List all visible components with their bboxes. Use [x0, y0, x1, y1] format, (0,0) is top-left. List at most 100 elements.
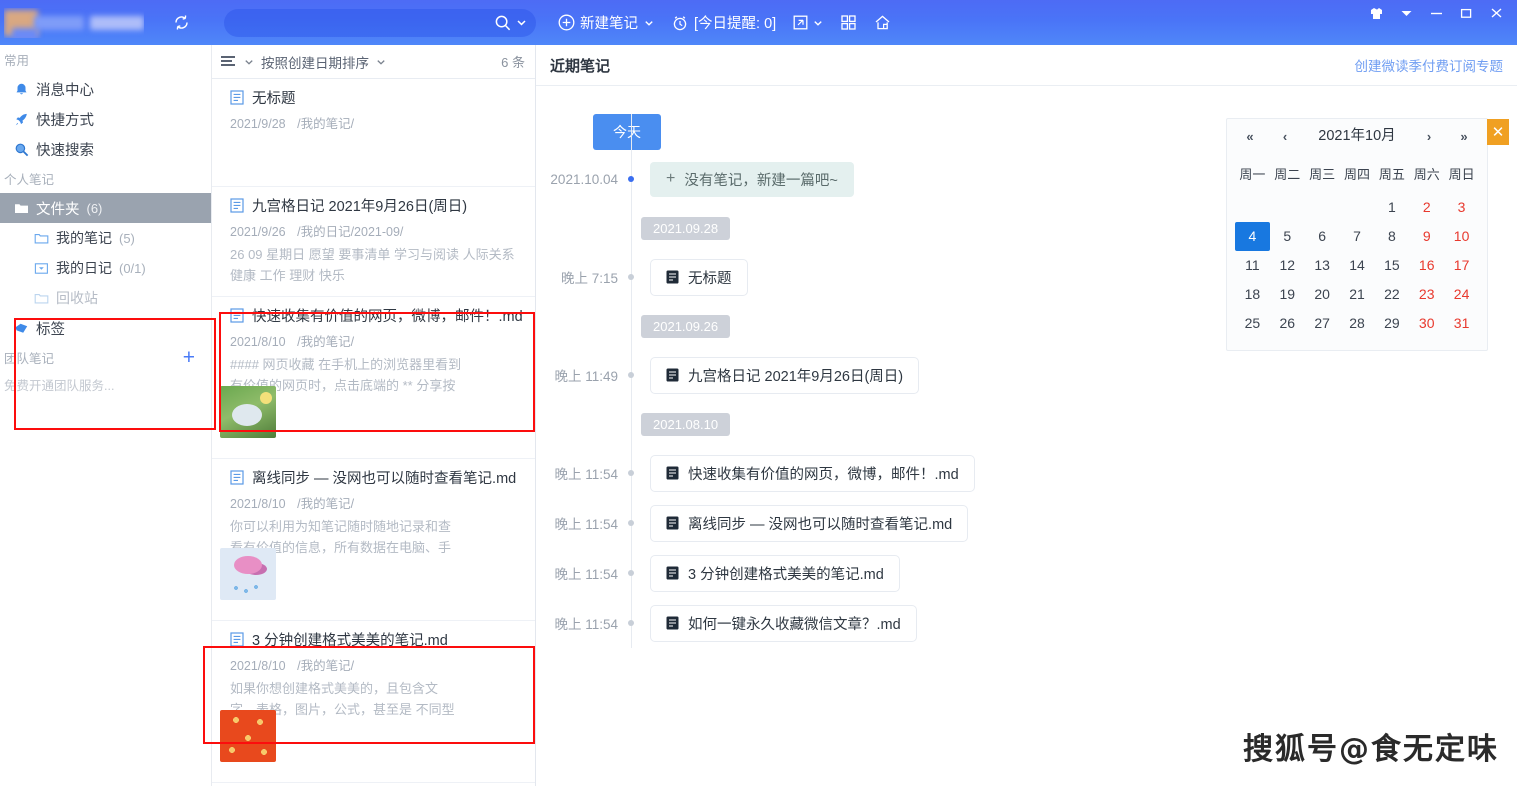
- watermark: 搜狐号@食无定味: [1243, 732, 1499, 767]
- sidebar-item-trash[interactable]: 回收站: [0, 283, 211, 313]
- bell-icon: [16, 83, 27, 94]
- close-icon[interactable]: [1481, 0, 1511, 26]
- close-icon[interactable]: ✕: [1487, 119, 1509, 145]
- timeline-note-chip[interactable]: 快速收集有价值的网页，微博，邮件！.md: [650, 454, 975, 492]
- folder-icon: [15, 203, 28, 213]
- sidebar-item-count: (0/1): [119, 260, 146, 276]
- table-row[interactable]: 离线同步 — 没网也可以随时查看笔记.md 2021/8/10 /我的笔记/ 你…: [212, 459, 535, 621]
- calendar-day[interactable]: 25: [1235, 309, 1270, 338]
- calendar-day[interactable]: 12: [1270, 251, 1305, 280]
- timeline-note-chip[interactable]: 九宫格日记 2021年9月26日(周日): [650, 356, 920, 394]
- table-row[interactable]: 无标题 2021/9/28 /我的笔记/: [212, 79, 535, 187]
- calendar-prev-year[interactable]: «: [1241, 129, 1259, 144]
- timeline-date-chip: 2021.09.28: [641, 216, 731, 240]
- calendar-day[interactable]: 22: [1374, 280, 1409, 309]
- calendar-next-year[interactable]: »: [1455, 129, 1473, 144]
- chevron-down-icon: [645, 20, 653, 26]
- calendar-day[interactable]: 6: [1305, 222, 1340, 251]
- table-row[interactable]: 3 分钟创建格式美美的笔记.md 2021/8/10 /我的笔记/ 如果你想创建…: [212, 621, 535, 783]
- calendar-day[interactable]: 23: [1409, 280, 1444, 309]
- expand-button[interactable]: [792, 14, 824, 31]
- calendar-day[interactable]: 19: [1270, 280, 1305, 309]
- calendar-day[interactable]: 10: [1444, 222, 1479, 251]
- chevron-down-icon[interactable]: [1391, 0, 1421, 26]
- toolbar-actions: 新建笔记 [今日提醒: 0]: [558, 12, 892, 33]
- plus-icon[interactable]: +: [183, 347, 195, 368]
- calendar-prev-month[interactable]: ‹: [1276, 129, 1294, 144]
- calendar-day[interactable]: 20: [1305, 280, 1340, 309]
- timeline-note-chip[interactable]: 如何一键永久收藏微信文章？.md: [650, 604, 917, 642]
- sidebar-item-folders[interactable]: 文件夹 (6): [0, 193, 211, 223]
- calendar-day[interactable]: 11: [1235, 251, 1270, 280]
- calendar-day[interactable]: 18: [1235, 280, 1270, 309]
- refresh-icon[interactable]: [166, 8, 196, 38]
- calendar-day[interactable]: 5: [1270, 222, 1305, 251]
- grid-view-button[interactable]: [840, 14, 857, 31]
- sidebar-item-my-diary[interactable]: 我的日记 (0/1): [0, 253, 211, 283]
- calendar-day[interactable]: 1: [1374, 193, 1409, 222]
- sidebar-item-shortcuts[interactable]: 快捷方式: [0, 104, 211, 134]
- calendar-next-month[interactable]: ›: [1420, 129, 1438, 144]
- maximize-icon[interactable]: [1451, 0, 1481, 26]
- home-icon: [875, 15, 890, 30]
- note-icon: [230, 308, 244, 323]
- today-button[interactable]: 今天: [593, 114, 661, 150]
- calendar-day[interactable]: 9: [1409, 222, 1444, 251]
- folder-outline-icon: [34, 293, 49, 303]
- calendar-day[interactable]: 30: [1409, 309, 1444, 338]
- table-row[interactable]: 九宫格日记 2021年9月26日(周日) 2021/9/26 /我的日记/202…: [212, 187, 535, 297]
- calendar-day[interactable]: 17: [1444, 251, 1479, 280]
- calendar-day[interactable]: 3: [1444, 193, 1479, 222]
- minimize-icon[interactable]: [1421, 0, 1451, 26]
- sort-label[interactable]: 按照创建日期排序: [261, 52, 369, 72]
- timeline-item: + 没有笔记，新建一篇吧~: [650, 161, 854, 197]
- calendar-day[interactable]: 8: [1374, 222, 1409, 251]
- sidebar-item-label: 文件夹: [36, 201, 80, 218]
- rocket-icon: [15, 113, 27, 125]
- calendar-day[interactable]: 15: [1374, 251, 1409, 280]
- calendar-day[interactable]: 7: [1340, 222, 1375, 251]
- timeline-note-chip[interactable]: 离线同步 — 没网也可以随时查看笔记.md: [650, 504, 969, 542]
- chevron-down-icon[interactable]: [243, 56, 255, 68]
- calendar-day[interactable]: 26: [1270, 309, 1305, 338]
- sidebar-item-my-notes[interactable]: 我的笔记 (5): [0, 223, 211, 253]
- calendar-day[interactable]: 29: [1374, 309, 1409, 338]
- chevron-down-icon[interactable]: [375, 56, 387, 68]
- home-button[interactable]: [873, 13, 892, 32]
- sidebar-item-label: 消息中心: [36, 82, 94, 99]
- calendar-month-label[interactable]: 2021年10月: [1311, 127, 1403, 146]
- calendar-day[interactable]: 2: [1409, 193, 1444, 222]
- calendar-day[interactable]: 13: [1305, 251, 1340, 280]
- calendar-day[interactable]: 14: [1340, 251, 1375, 280]
- search-input[interactable]: [238, 15, 494, 30]
- new-note-button[interactable]: 新建笔记: [558, 12, 655, 33]
- calendar-day[interactable]: 24: [1444, 280, 1479, 309]
- timeline-note-chip[interactable]: 无标题: [650, 258, 748, 296]
- table-row[interactable]: 快速收集有价值的网页，微博，邮件！.md 2021/8/10 /我的笔记/ ##…: [212, 297, 535, 459]
- calendar-day[interactable]: 27: [1305, 309, 1340, 338]
- subscription-link[interactable]: 创建微读季付费订阅专题: [1355, 55, 1504, 75]
- calendar-weekday: 周五: [1378, 167, 1405, 182]
- timeline-item: 如何一键永久收藏微信文章？.md: [650, 604, 917, 642]
- timeline-row: 晚上 11:49 九宫格日记 2021年9月26日(周日): [536, 350, 1517, 400]
- timeline-note-label: 3 分钟创建格式美美的笔记.md: [688, 566, 884, 583]
- reminder-button[interactable]: [今日提醒: 0]: [671, 12, 776, 33]
- note-meta: 2021/9/26 /我的日记/2021-09/: [230, 221, 525, 240]
- search-box[interactable]: [224, 8, 536, 37]
- calendar-day[interactable]: 21: [1340, 280, 1375, 309]
- sidebar-item-label: 快速搜索: [36, 142, 94, 159]
- list-view-icon[interactable]: [220, 55, 237, 69]
- diary-icon: [34, 262, 48, 274]
- create-note-chip[interactable]: + 没有笔记，新建一篇吧~: [650, 161, 854, 197]
- calendar-day[interactable]: 16: [1409, 251, 1444, 280]
- sidebar-item-tags[interactable]: 标签: [0, 313, 211, 343]
- team-promo-text[interactable]: 免费开通团队服务...: [0, 371, 211, 394]
- calendar-day[interactable]: 28: [1340, 309, 1375, 338]
- calendar-day[interactable]: 31: [1444, 309, 1479, 338]
- timeline-note-chip[interactable]: 3 分钟创建格式美美的笔记.md: [650, 554, 900, 592]
- skin-icon[interactable]: [1361, 0, 1391, 26]
- sidebar-item-messages[interactable]: 消息中心: [0, 74, 211, 104]
- calendar-day[interactable]: 4: [1235, 222, 1270, 251]
- search-submit[interactable]: [494, 14, 528, 32]
- sidebar-item-quicksearch[interactable]: 快速搜索: [0, 134, 211, 164]
